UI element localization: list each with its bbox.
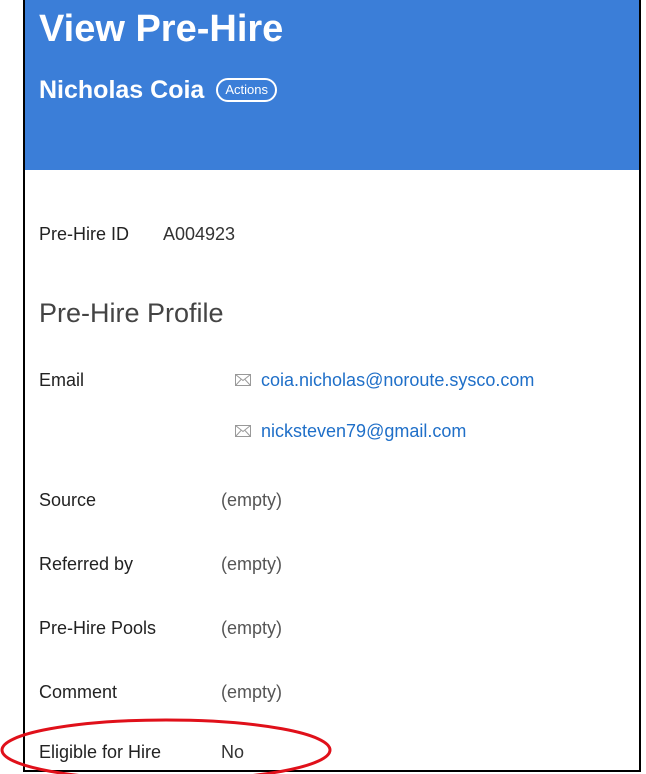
highlight-ellipse [0,718,332,774]
prehire-pools-value: (empty) [221,618,283,638]
email-link-primary[interactable]: coia.nicholas@noroute.sysco.com [261,368,534,392]
page-header: View Pre-Hire Nicholas Coia Actions [25,0,639,170]
comment-label: Comment [39,682,118,702]
envelope-icon [235,425,251,437]
actions-button[interactable]: Actions [216,78,277,102]
envelope-icon [235,374,251,386]
worker-name[interactable]: Nicholas Coia [39,74,204,106]
prehire-id-label: Pre-Hire ID [39,224,130,244]
email-label: Email [39,370,85,390]
comment-value: (empty) [221,682,283,702]
referred-by-value: (empty) [221,554,283,574]
worker-name-row: Nicholas Coia Actions [39,74,277,106]
source-value: (empty) [221,490,283,510]
section-title-profile: Pre-Hire Profile [39,298,224,328]
prehire-pools-label: Pre-Hire Pools [39,618,157,638]
source-label: Source [39,490,97,510]
prehire-panel: View Pre-Hire Nicholas Coia Actions Pre-… [23,0,641,772]
page-title: View Pre-Hire [39,8,284,50]
prehire-id-value: A004923 [163,224,236,244]
email-row-2: nicksteven79@gmail.com [235,419,466,443]
email-link-secondary[interactable]: nicksteven79@gmail.com [261,419,466,443]
referred-by-label: Referred by [39,554,134,574]
email-row-1: coia.nicholas@noroute.sysco.com [235,368,534,392]
